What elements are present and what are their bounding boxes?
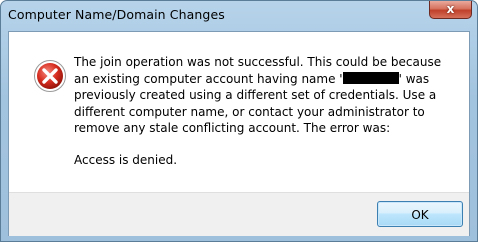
window-title: Computer Name/Domain Changes (8, 7, 225, 22)
error-detail: Access is denied. (74, 152, 178, 167)
close-button[interactable]: x (429, 1, 472, 19)
message-area: The join operation was not successful. T… (9, 32, 469, 192)
close-icon: x (446, 2, 455, 16)
redacted-computer-name (342, 71, 399, 84)
error-icon (34, 60, 66, 92)
message-text: The join operation was not successful. T… (74, 54, 454, 137)
dialog-window: Computer Name/Domain Changes x The join … (0, 0, 478, 242)
error-message: The join operation was not successful. T… (74, 54, 454, 169)
ok-button[interactable]: OK (377, 201, 463, 227)
title-bar[interactable]: Computer Name/Domain Changes x (1, 1, 477, 31)
button-bar: OK (9, 192, 469, 236)
dialog-client-area: The join operation was not successful. T… (8, 31, 470, 236)
